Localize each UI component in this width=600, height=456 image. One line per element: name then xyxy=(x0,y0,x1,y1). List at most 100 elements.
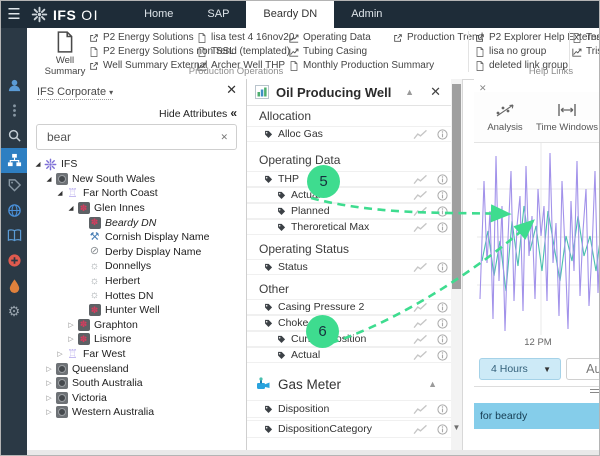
tree-item-victoria[interactable]: ▷Victoria xyxy=(27,391,245,406)
tree-item-graphton[interactable]: ▷✽Graphton xyxy=(27,318,245,333)
ribbon-link[interactable]: Production Trend xyxy=(393,31,483,44)
hide-attributes-link[interactable]: Hide Attributes« xyxy=(159,106,237,120)
trend-icon[interactable] xyxy=(413,318,428,329)
trend-icon[interactable] xyxy=(413,424,428,435)
menu-hamburger-icon[interactable]: ☰ xyxy=(1,1,27,28)
tree-item-western-australia[interactable]: ▷Western Australia xyxy=(27,405,245,420)
trend-icon[interactable] xyxy=(413,190,428,201)
tree-item-glen-innes[interactable]: ◢✽Glen Innes xyxy=(27,201,245,216)
sidebar-item-hierarchy[interactable] xyxy=(1,148,27,173)
ribbon-link[interactable]: lisa test 4 16nov20 xyxy=(197,31,294,44)
tree-item-derby[interactable]: ⊘Derby Display Name xyxy=(27,245,245,260)
sidebar-item-more[interactable] xyxy=(1,98,27,123)
tree-item-queensland[interactable]: ▷Queensland xyxy=(27,361,245,376)
trend-icon[interactable] xyxy=(413,222,428,233)
info-icon[interactable] xyxy=(437,404,448,415)
sidebar-item-fluids[interactable] xyxy=(1,273,27,298)
sidebar-item-user[interactable] xyxy=(1,73,27,98)
list-menu-icon[interactable] xyxy=(590,389,599,395)
ribbon-link[interactable]: Tubing Casing xyxy=(289,45,434,58)
trend-icon[interactable] xyxy=(413,129,428,140)
tree-item-far-west[interactable]: ▷♖Far West xyxy=(27,347,245,362)
collapse-chevron-icon[interactable]: ▲ xyxy=(428,379,437,389)
trend-icon[interactable] xyxy=(413,262,428,273)
auto-button[interactable]: Auto xyxy=(566,358,599,380)
expand-arrow-icon[interactable]: ◢ xyxy=(55,189,65,197)
info-icon[interactable] xyxy=(437,222,448,233)
info-icon[interactable] xyxy=(437,174,448,185)
trend-icon[interactable] xyxy=(413,302,428,313)
ribbon-link[interactable]: Trend (templated) xyxy=(197,45,294,58)
ribbon-link[interactable]: Test xyxy=(572,31,600,44)
trend-icon[interactable] xyxy=(413,350,428,361)
attribute-row[interactable]: Current Position xyxy=(247,331,451,347)
tree-search-input[interactable]: bear ✕ xyxy=(36,124,237,150)
sidebar-item-globe[interactable] xyxy=(1,198,27,223)
sidebar-item-add[interactable] xyxy=(1,248,27,273)
analysis-button[interactable]: Analysis xyxy=(474,92,536,142)
collapsed-arrow-icon[interactable]: ▷ xyxy=(44,408,54,416)
collapsed-arrow-icon[interactable]: ▷ xyxy=(66,335,76,343)
tree-item-cornish[interactable]: ⚒Cornish Display Name xyxy=(27,230,245,245)
sidebar-item-tags[interactable] xyxy=(1,173,27,198)
collapsed-arrow-icon[interactable]: ▷ xyxy=(66,321,76,329)
collapsed-arrow-icon[interactable]: ▷ xyxy=(44,379,54,387)
tree-item-new-south-wales[interactable]: ◢New South Wales xyxy=(27,172,245,187)
tree-item-donnellys[interactable]: ☼Donnellys xyxy=(27,259,245,274)
tree-item-hottes-dn[interactable]: ☼Hottes DN xyxy=(27,288,245,303)
attribute-row[interactable]: Disposition xyxy=(247,400,451,418)
close-icon[interactable]: ✕ xyxy=(430,84,441,100)
gas-meter-header[interactable]: Gas Meter ▲ xyxy=(247,372,451,396)
time-range-dropdown[interactable]: 4 Hours ▼ xyxy=(479,358,561,380)
sidebar-item-search[interactable] xyxy=(1,123,27,148)
scrollbar-thumb[interactable] xyxy=(452,84,461,289)
info-icon[interactable] xyxy=(437,424,448,435)
trend-icon[interactable] xyxy=(413,174,428,185)
sidebar-item-library[interactable] xyxy=(1,223,27,248)
clear-search-icon[interactable]: ✕ xyxy=(220,132,228,143)
tree-item-hunter-well[interactable]: ✽Hunter Well xyxy=(27,303,245,318)
info-icon[interactable] xyxy=(437,334,448,345)
vertical-scrollbar[interactable]: ▼ xyxy=(451,79,462,450)
tree-item-ifs[interactable]: ◢IFS xyxy=(27,157,245,172)
time-windows-button[interactable]: Time Windows xyxy=(536,92,598,142)
tree-item-lismore[interactable]: ▷✽Lismore xyxy=(27,332,245,347)
tab-beardy-dn[interactable]: Beardy DN xyxy=(246,1,334,28)
attribute-row[interactable]: Status xyxy=(247,259,451,275)
trend-icon[interactable] xyxy=(413,404,428,415)
expand-arrow-icon[interactable]: ◢ xyxy=(66,204,76,212)
info-icon[interactable] xyxy=(437,206,448,217)
attribute-row[interactable]: Alloc Gas xyxy=(247,126,451,142)
attribute-row[interactable]: Planned xyxy=(247,203,451,219)
tab-sap[interactable]: SAP xyxy=(190,1,246,28)
tree-item-beardy-dn[interactable]: ✽Beardy DN xyxy=(27,215,245,230)
trend-icon[interactable] xyxy=(413,206,428,217)
info-icon[interactable] xyxy=(437,318,448,329)
info-icon[interactable] xyxy=(437,129,448,140)
attribute-row[interactable]: Choke xyxy=(247,315,451,331)
collapsed-arrow-icon[interactable]: ▷ xyxy=(44,365,54,373)
scroll-down-arrow-icon[interactable]: ▼ xyxy=(451,423,462,432)
tree-item-far-north-coast[interactable]: ◢♖Far North Coast xyxy=(27,186,245,201)
collapsed-arrow-icon[interactable]: ▷ xyxy=(55,350,65,358)
attribute-row[interactable]: DispositionCategory xyxy=(247,420,451,438)
close-icon[interactable]: ✕ xyxy=(226,83,237,96)
attribute-row[interactable]: Actual xyxy=(247,187,451,203)
collapsed-arrow-icon[interactable]: ▷ xyxy=(44,394,54,402)
tree-item-herbert[interactable]: ☼Herbert xyxy=(27,274,245,289)
info-icon[interactable] xyxy=(437,262,448,273)
well-summary-button[interactable]: Well Summary xyxy=(35,30,95,77)
ribbon-link[interactable]: Trish xyxy=(572,45,600,58)
tree-item-south-australia[interactable]: ▷South Australia xyxy=(27,376,245,391)
collapse-chevron-icon[interactable]: ▲ xyxy=(405,87,414,97)
info-icon[interactable] xyxy=(437,350,448,361)
selected-trend-row[interactable]: for beardy xyxy=(474,403,599,429)
scope-selector[interactable]: IFS Corporate▾ xyxy=(37,86,113,100)
info-icon[interactable] xyxy=(437,190,448,201)
trend-icon[interactable] xyxy=(413,334,428,345)
expand-arrow-icon[interactable]: ◢ xyxy=(33,160,43,168)
tab-admin[interactable]: Admin xyxy=(334,1,399,28)
list-row[interactable] xyxy=(474,429,599,450)
tab-home[interactable]: Home xyxy=(127,1,190,28)
sidebar-item-settings[interactable]: ⚙ xyxy=(1,298,27,323)
